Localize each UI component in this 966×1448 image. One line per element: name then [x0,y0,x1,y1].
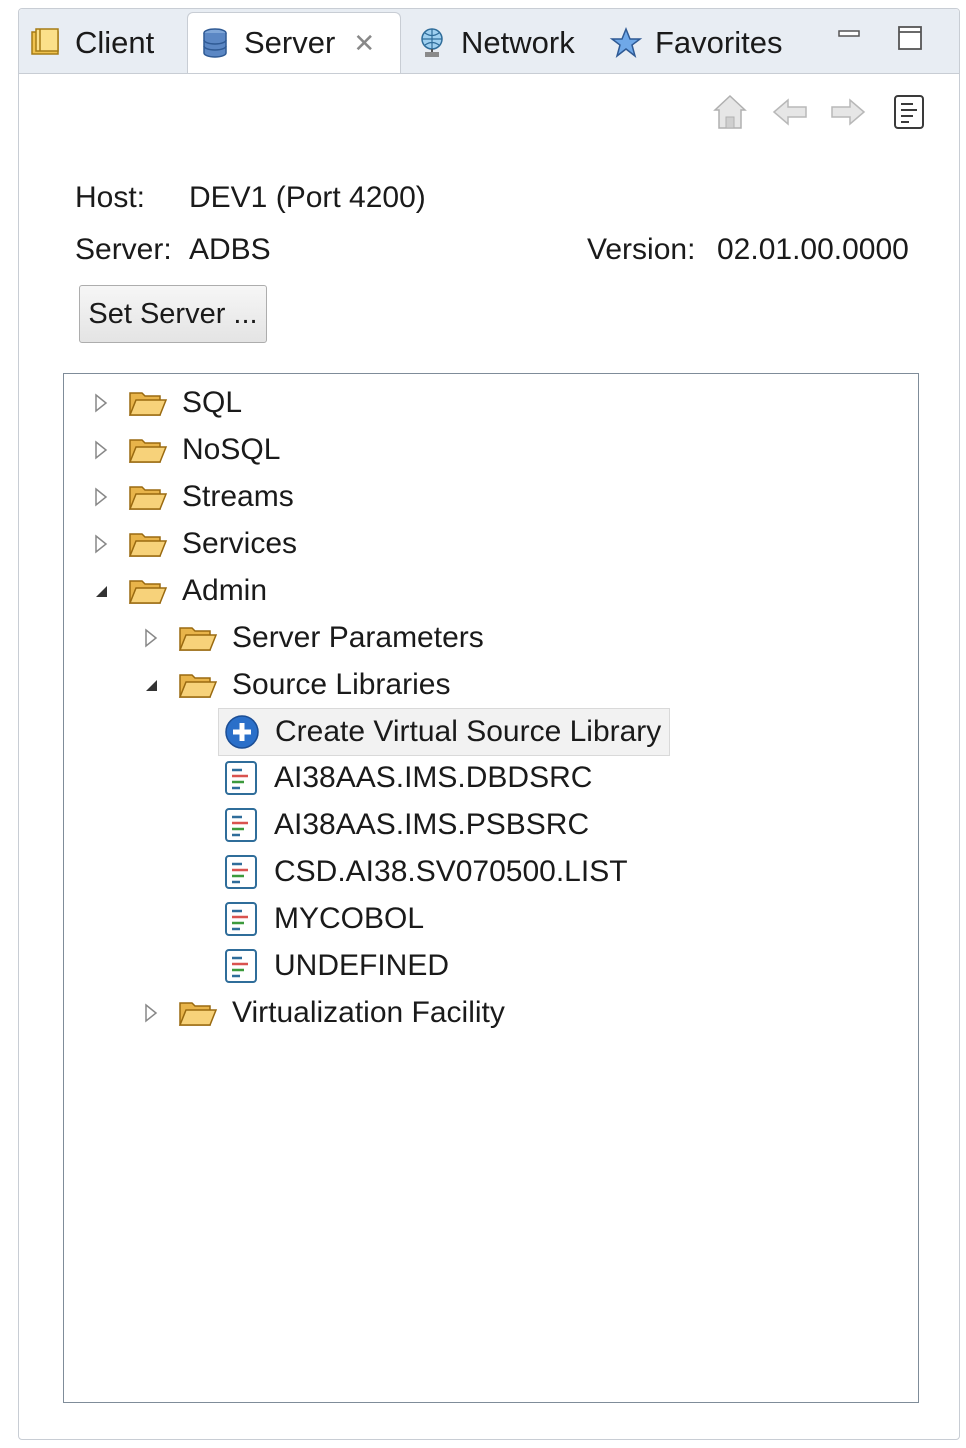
tab-label: Client [75,25,155,60]
tree-node-server-parameters[interactable]: Server Parameters [136,615,484,661]
source-file-icon [225,902,257,936]
tree-node-sql[interactable]: SQL [86,380,242,426]
source-file-icon [225,855,257,889]
expand-arrow-icon[interactable] [86,435,116,465]
folder-icon [128,439,168,463]
folder-icon [178,674,218,698]
tree-node-library[interactable]: CSD.AI38.SV070500.LIST [222,849,628,895]
tree-node-source-libraries[interactable]: Source Libraries [136,662,450,708]
tree-node-label: Admin [182,574,268,607]
add-circle-icon [225,715,259,749]
expand-arrow-icon[interactable] [136,998,166,1028]
tab-favorites[interactable]: Favorites [609,13,782,73]
tree-node-label: UNDEFINED [274,949,450,982]
tree-node-label: NoSQL [182,433,281,466]
tree-node-admin[interactable]: Admin [86,568,267,614]
maximize-icon[interactable] [895,23,925,53]
tree-node-nosql[interactable]: NoSQL [86,427,280,473]
properties-icon[interactable] [891,93,929,131]
back-arrow-icon[interactable] [771,93,809,131]
tab-label: Server [244,25,336,60]
tree-node-library[interactable]: AI38AAS.IMS.PSBSRC [222,802,589,848]
source-file-icon [225,949,257,983]
folder-icon [128,486,168,510]
globe-network-icon [421,28,443,57]
tree-node-services[interactable]: Services [86,521,297,567]
minimize-icon[interactable] [835,23,865,53]
tree-node-label: Source Libraries [232,668,451,701]
tree-node-library[interactable]: AI38AAS.IMS.DBDSRC [222,755,592,801]
tree-node-label: AI38AAS.IMS.DBDSRC [274,761,593,794]
tree-node-label: Create Virtual Source Library [275,715,662,748]
star-icon [609,26,643,58]
tree-node-label: Services [182,527,298,560]
version-value: 02.01.00.0000 [717,233,909,266]
server-tree[interactable]: SQL NoSQL Streams Services Admin Server … [63,373,919,1403]
folder-icon [178,1002,218,1026]
expand-arrow-icon[interactable] [86,529,116,559]
tree-node-create-virtual-source-library[interactable]: Create Virtual Source Library [218,708,671,756]
folder-book-icon [31,28,59,55]
collapse-arrow-icon[interactable] [86,576,116,606]
expand-arrow-icon[interactable] [86,482,116,512]
host-label: Host: [75,181,146,214]
tab-server[interactable]: Server ✕ [187,12,401,73]
tree-node-library[interactable]: UNDEFINED [222,943,449,989]
tree-node-label: AI38AAS.IMS.PSBSRC [274,808,590,841]
database-icon [203,28,227,58]
tab-network[interactable]: Network [415,13,575,73]
tree-node-label: Virtualization Facility [232,996,505,1029]
expand-arrow-icon[interactable] [86,388,116,418]
folder-icon [178,627,218,651]
tree-node-label: Server Parameters [232,621,484,654]
folder-icon [128,392,168,416]
server-view-panel: Client Server ✕ Network Favorites Host: … [18,8,960,1440]
home-icon[interactable] [711,93,749,131]
tree-node-label: MYCOBOL [274,902,425,935]
expand-arrow-icon[interactable] [136,623,166,653]
tree-node-label: Streams [182,480,294,513]
source-file-icon [225,761,257,795]
tab-label: Favorites [655,25,783,60]
tree-node-library[interactable]: MYCOBOL [222,896,424,942]
tree-node-virtualization-facility[interactable]: Virtualization Facility [136,990,505,1036]
server-label: Server: [75,233,172,266]
collapse-arrow-icon[interactable] [136,670,166,700]
forward-arrow-icon[interactable] [829,93,867,131]
tab-label: Network [461,25,575,60]
close-icon[interactable]: ✕ [353,28,375,59]
tab-bar: Client Server ✕ Network Favorites [19,9,959,74]
tree-node-label: SQL [182,386,243,419]
version-label: Version: [587,233,696,266]
set-server-button[interactable]: Set Server ... [79,285,267,343]
server-value: ADBS [189,233,271,266]
tree-node-label: CSD.AI38.SV070500.LIST [274,855,628,888]
folder-icon [128,533,168,557]
tree-node-streams[interactable]: Streams [86,474,294,520]
source-file-icon [225,808,257,842]
folder-icon [128,580,168,604]
tab-client[interactable]: Client [29,13,154,73]
host-value: DEV1 (Port 4200) [189,181,426,214]
